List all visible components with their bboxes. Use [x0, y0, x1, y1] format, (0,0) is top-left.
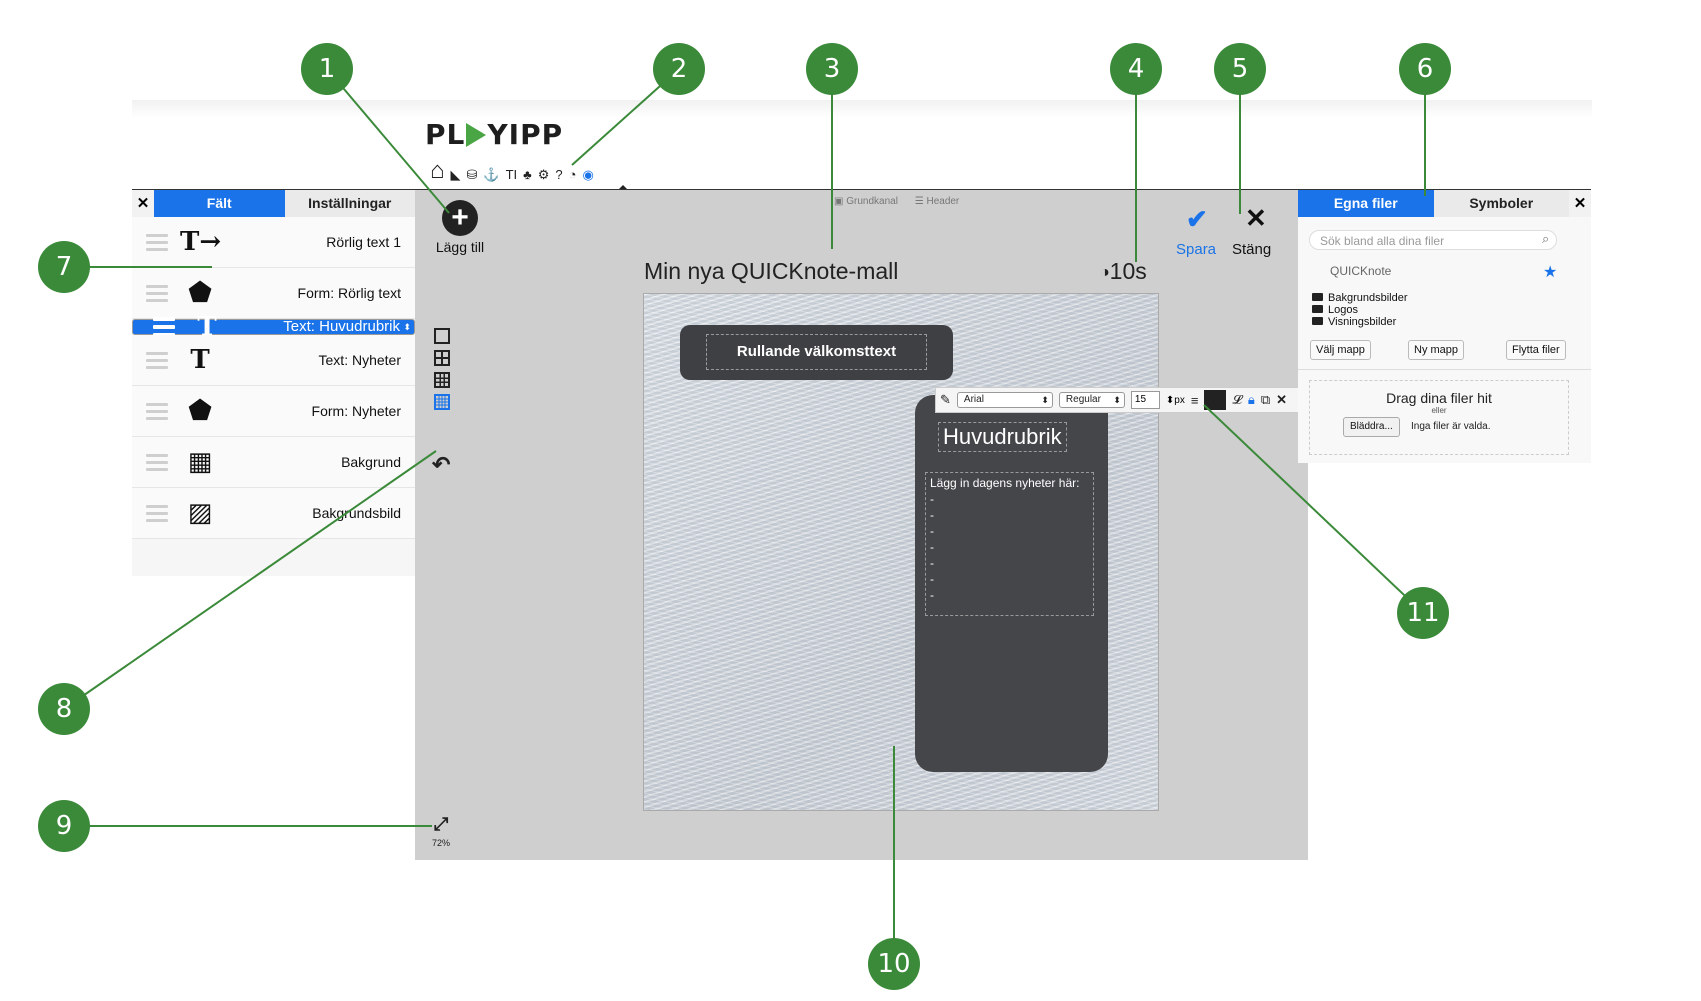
callout-badge: 1	[301, 43, 353, 95]
callout-badge: 6	[1399, 43, 1451, 95]
callout-line-11	[1203, 404, 1424, 614]
callout-badge: 7	[38, 241, 90, 293]
callout-badge: 9	[38, 800, 90, 852]
callout-badge: 2	[653, 43, 705, 95]
callout-badge: 8	[38, 683, 90, 735]
callout-badge: 3	[806, 43, 858, 95]
callout-line-8	[63, 450, 437, 710]
callout-lines	[63, 68, 1426, 964]
callout-badge: 5	[1214, 43, 1266, 95]
callout-badge: 11	[1397, 587, 1449, 639]
callout-line-1	[326, 68, 450, 214]
callout-badge: 10	[868, 938, 920, 990]
callout-badge: 4	[1110, 43, 1162, 95]
